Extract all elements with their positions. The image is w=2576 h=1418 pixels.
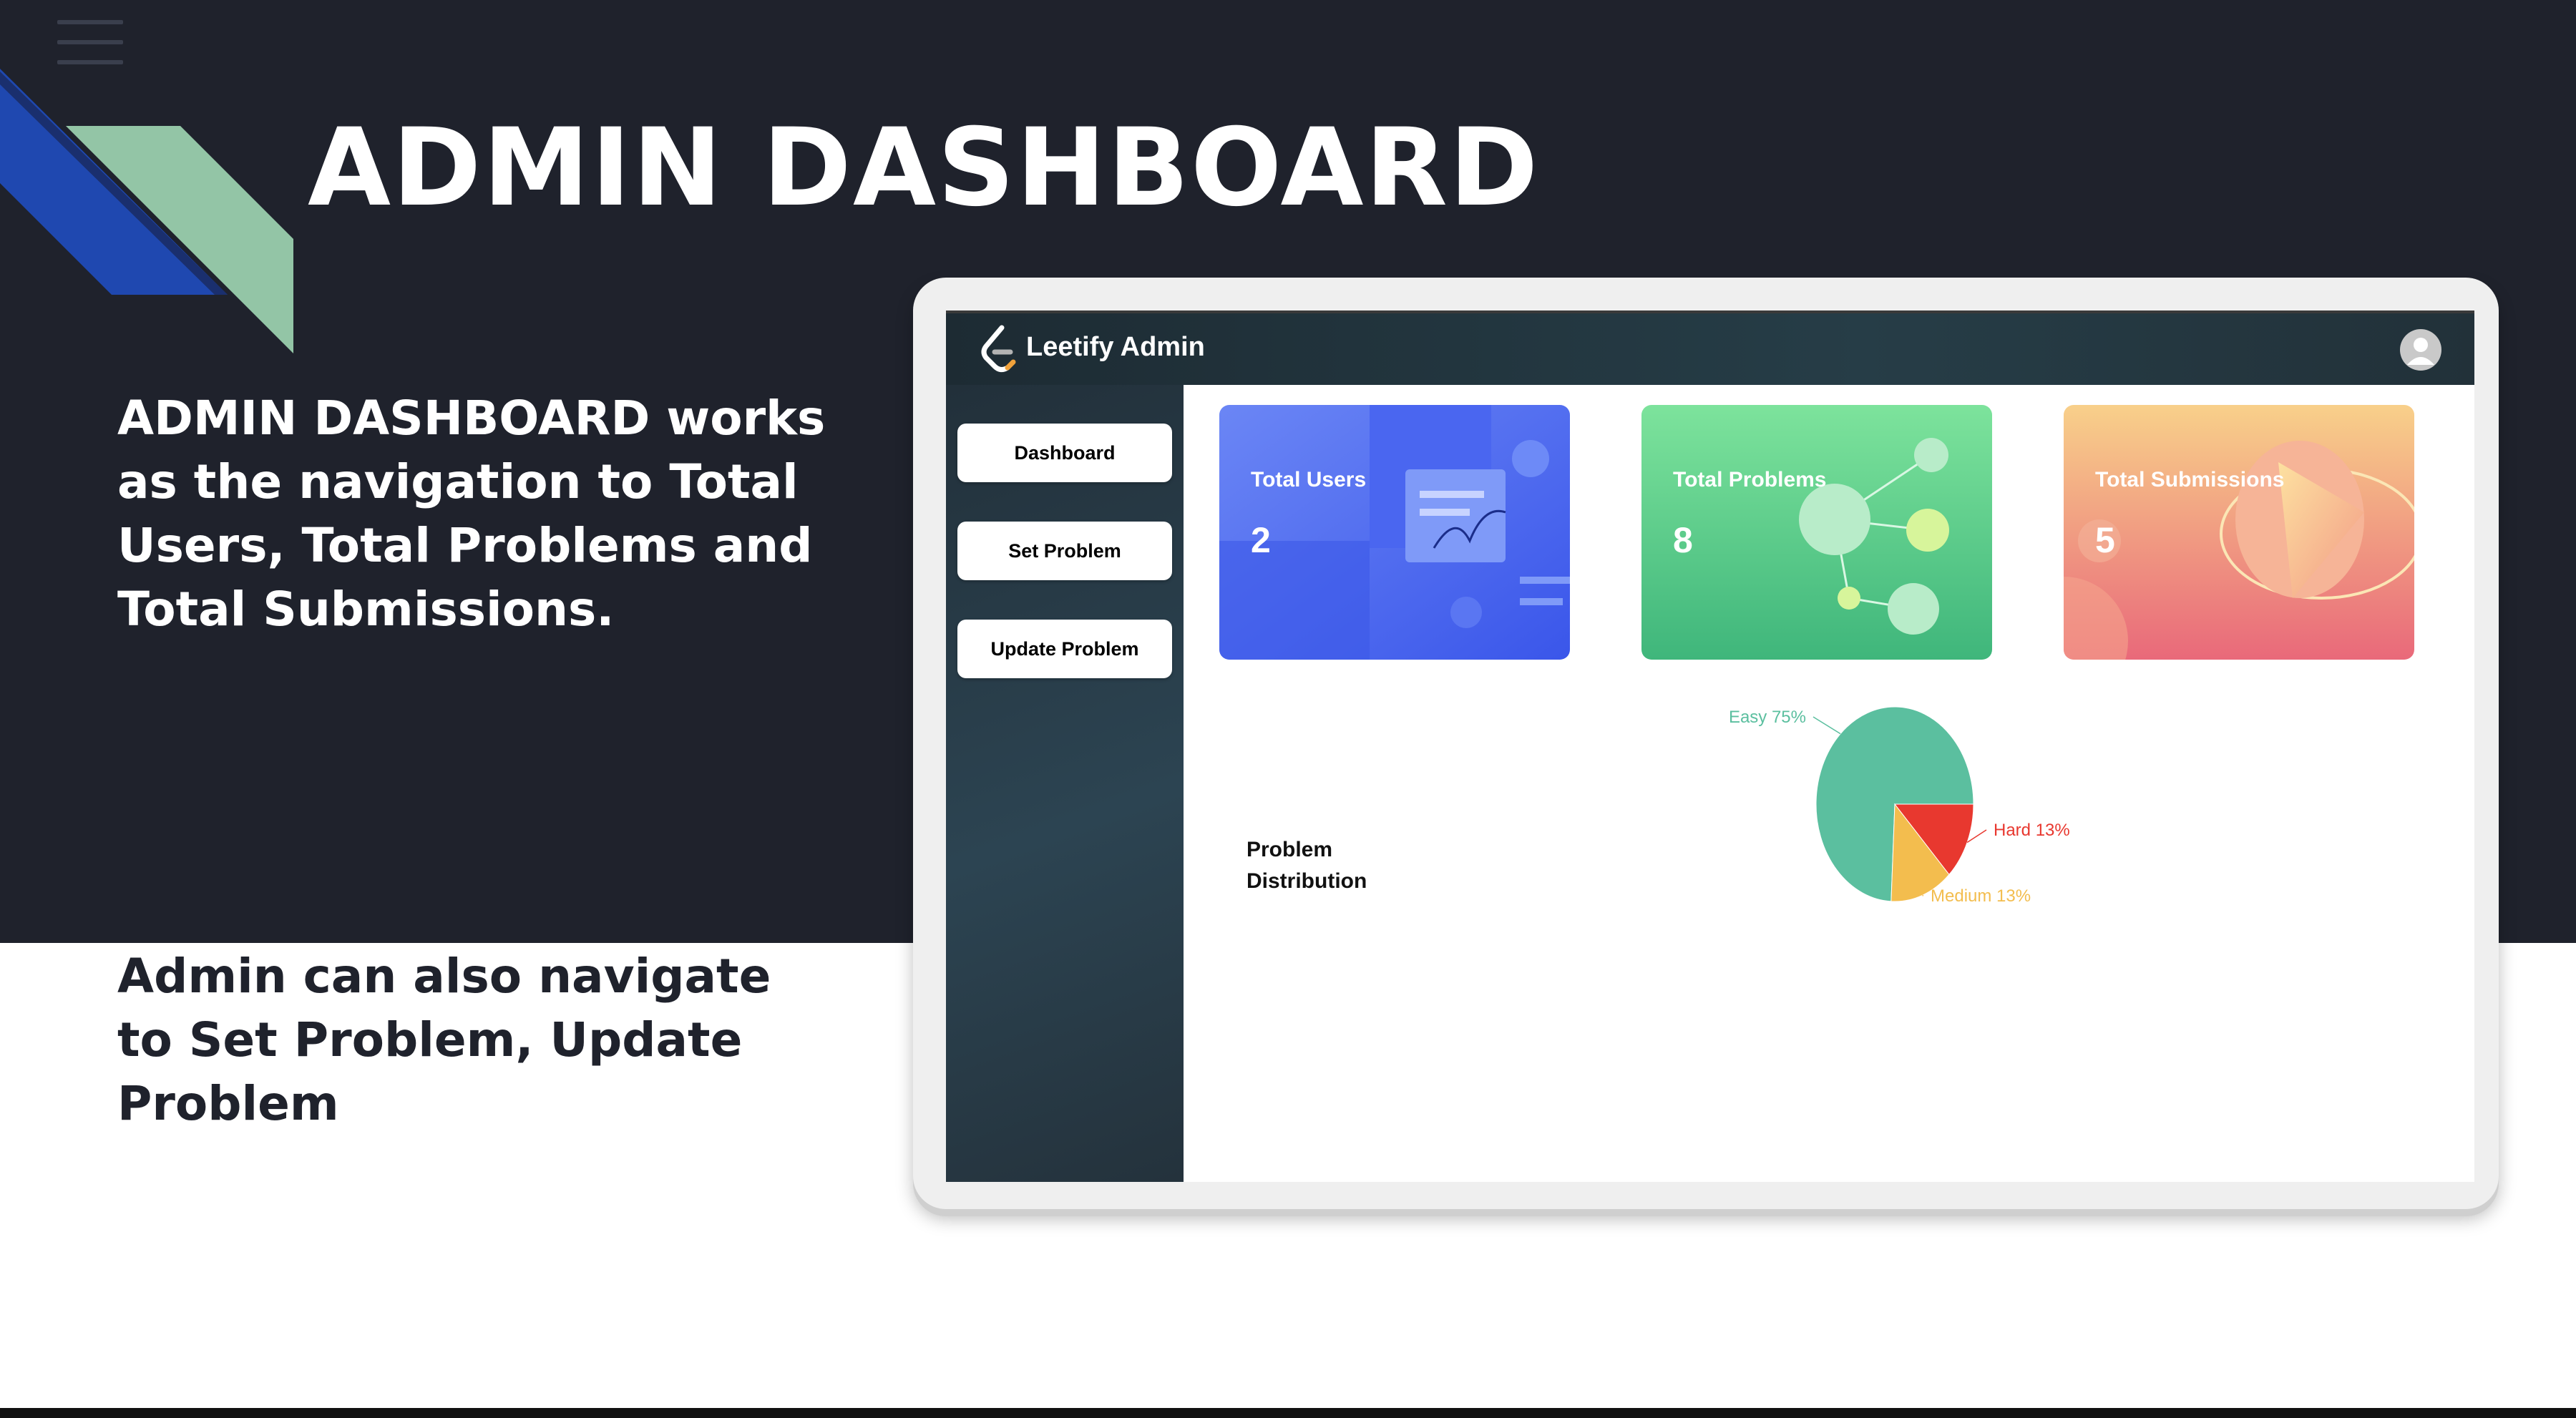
- slide-bottom-bar: [0, 1408, 2576, 1418]
- decorative-stripes: [0, 69, 293, 353]
- app-header: Leetify Admin: [946, 313, 2474, 385]
- app-screen: Leetify Admin Dashboard Set Problem Upda…: [946, 311, 2474, 1182]
- tablet-frame: Leetify Admin Dashboard Set Problem Upda…: [913, 278, 2499, 1209]
- slide-title: ADMIN DASHBOARD: [308, 106, 1540, 230]
- pie-label-medium: Medium 13%: [1931, 886, 2031, 906]
- sidebar-item-dashboard[interactable]: Dashboard: [957, 424, 1172, 482]
- problem-distribution-pie-chart: Easy 75% Hard 13% Medium 13%: [1729, 706, 2070, 906]
- app-title: Leetify Admin: [1026, 332, 1205, 362]
- pie-leader-line-easy: [1813, 716, 1841, 735]
- pie-label-hard: Hard 13%: [1994, 821, 2070, 840]
- slide-description-bottom: Admin can also navigate to Set Problem, …: [117, 949, 771, 1131]
- slide: ADMIN DASHBOARD ADMIN DASHBOARD works as…: [0, 0, 2576, 1418]
- main-content: Total Users 2 Total Problems 8 Total Sub…: [1184, 385, 2474, 1182]
- sidebar-item-update-problem[interactable]: Update Problem: [957, 620, 1172, 678]
- slide-description-top: ADMIN DASHBOARD works as the navigation …: [117, 391, 826, 637]
- pie-label-easy: Easy 75%: [1729, 708, 1806, 727]
- sidebar: Dashboard Set Problem Update Problem: [946, 385, 1184, 1182]
- user-avatar-icon[interactable]: [2400, 329, 2441, 371]
- leetcode-logo-icon[interactable]: [980, 325, 1018, 375]
- sidebar-item-set-problem[interactable]: Set Problem: [957, 522, 1172, 580]
